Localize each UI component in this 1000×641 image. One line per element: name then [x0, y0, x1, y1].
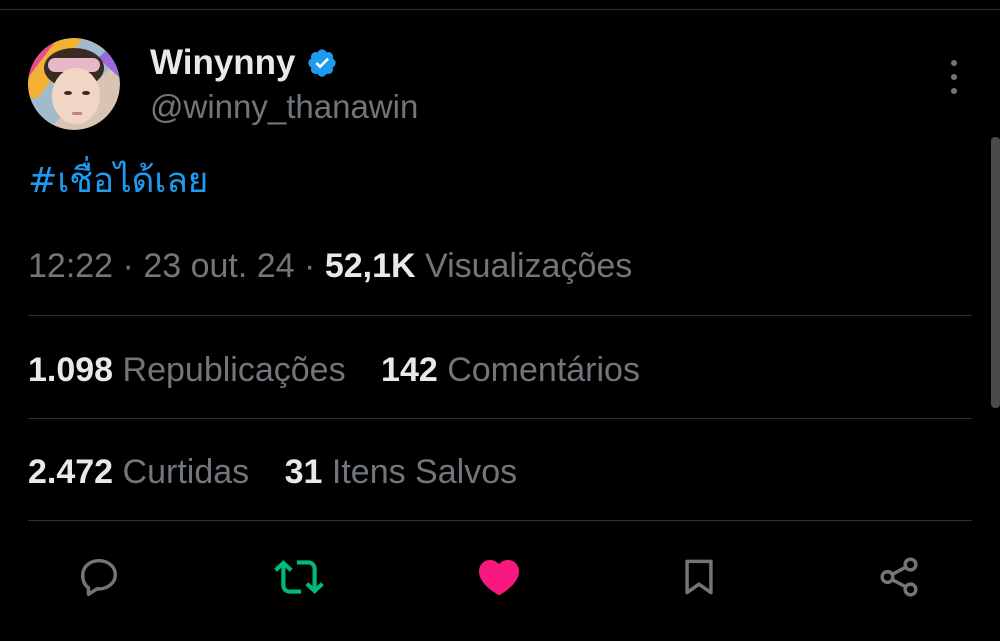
display-name[interactable]: Winynny	[150, 41, 296, 85]
views-count: 52,1K	[324, 247, 416, 285]
reply-icon	[80, 558, 118, 596]
author-info: Winynny @winny_thanawin	[150, 41, 418, 129]
likes-label: Curtidas	[122, 453, 250, 491]
views-label: Visualizações	[425, 247, 633, 285]
divider	[28, 418, 972, 419]
saves-label: Itens Salvos	[331, 453, 518, 491]
meta-separator: ·	[122, 247, 144, 285]
top-divider	[0, 9, 1000, 10]
scrollbar[interactable]	[991, 137, 1000, 408]
name-row: Winynny	[150, 41, 418, 85]
action-bar	[28, 552, 972, 602]
repost-button[interactable]	[274, 552, 324, 602]
verified-badge-icon[interactable]	[306, 47, 338, 79]
repost-icon	[274, 560, 324, 594]
tweet-meta: 12:22 · 23 out. 24 · 52,1K Visualizações	[28, 244, 632, 288]
share-icon	[880, 557, 918, 597]
tweet-header: Winynny @winny_thanawin	[28, 38, 972, 132]
likes-count: 2.472	[28, 453, 114, 491]
comments-count: 142	[381, 351, 438, 389]
handle[interactable]: @winny_thanawin	[150, 85, 418, 129]
tweet-text[interactable]: #เชื่อได้เลย	[28, 156, 208, 206]
tweet: Winynny @winny_thanawin #เชื่อได้เลย 12:…	[28, 38, 972, 597]
reply-button[interactable]	[74, 552, 124, 602]
likes-stat[interactable]: 2.472 Curtidas	[28, 453, 249, 491]
avatar[interactable]	[28, 38, 120, 130]
comments-stat[interactable]: 142 Comentários	[381, 351, 640, 389]
reposts-label: Republicações	[122, 351, 346, 389]
share-button[interactable]	[874, 552, 924, 602]
divider	[28, 315, 972, 316]
stats-row-2: 2.472 Curtidas 31 Itens Salvos	[28, 450, 543, 494]
reposts-stat[interactable]: 1.098 Republicações	[28, 351, 346, 389]
saves-count: 31	[284, 453, 323, 491]
tweet-detail-page: Winynny @winny_thanawin #เชื่อได้เลย 12:…	[0, 0, 1000, 641]
meta-separator: ·	[304, 247, 325, 285]
divider	[28, 520, 972, 521]
bookmark-icon	[685, 559, 713, 595]
reposts-count: 1.098	[28, 351, 114, 389]
tweet-time[interactable]: 12:22	[28, 247, 113, 285]
saves-stat[interactable]: 31 Itens Salvos	[285, 453, 518, 491]
heart-icon	[478, 560, 520, 596]
comments-label: Comentários	[447, 351, 640, 389]
like-button[interactable]	[474, 552, 524, 602]
bookmark-button[interactable]	[674, 552, 724, 602]
tweet-date[interactable]: 23 out. 24	[143, 247, 294, 285]
stats-row-1: 1.098 Republicações 142 Comentários	[28, 348, 666, 392]
more-options-icon[interactable]	[940, 60, 968, 94]
